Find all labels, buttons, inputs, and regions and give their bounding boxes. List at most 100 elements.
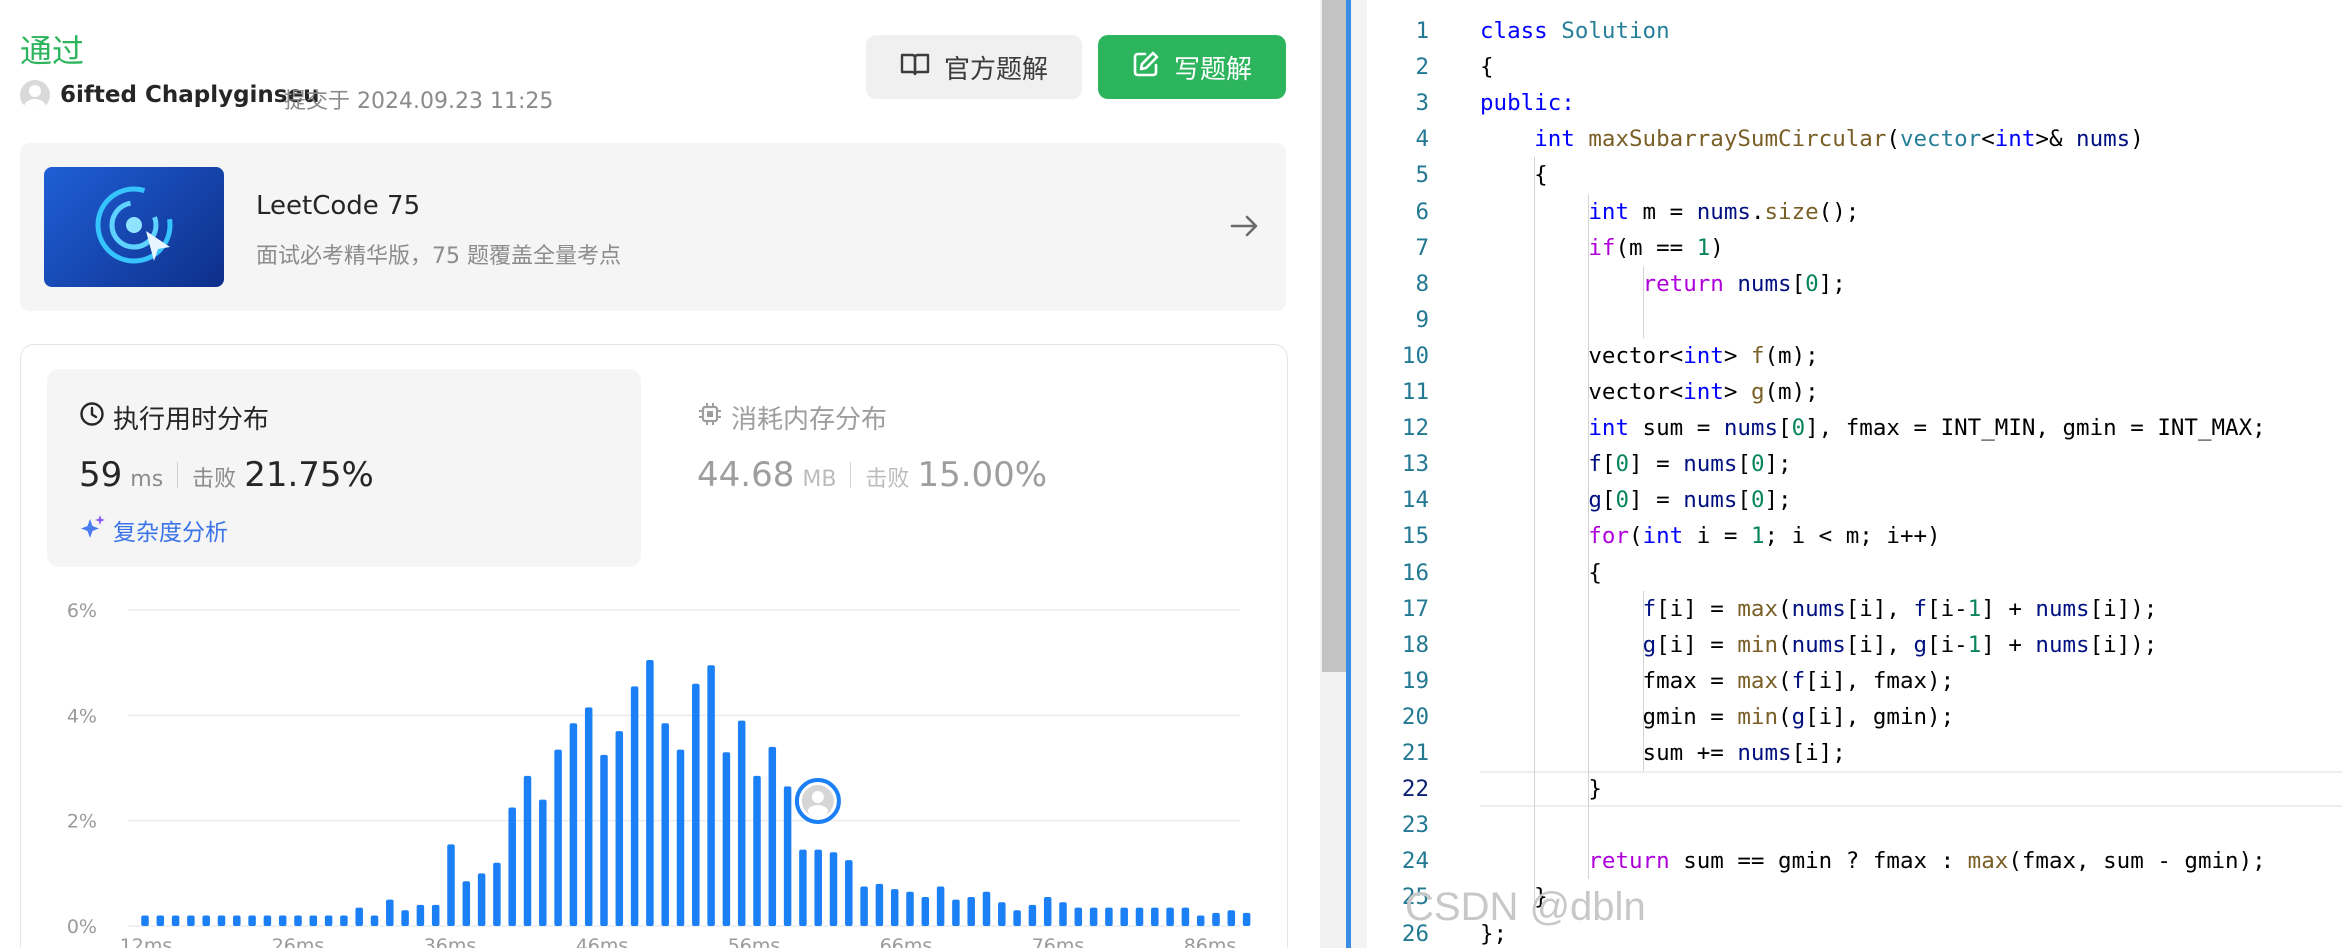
code-line[interactable]: 6 int m = nums.size(); — [1367, 194, 2342, 230]
code-line[interactable]: 20 gmin = min(g[i], gmin); — [1367, 699, 2342, 735]
chart-bar — [1074, 907, 1083, 926]
chart-bar — [600, 754, 608, 926]
chart-bar — [1212, 912, 1220, 926]
chart-bar — [416, 904, 425, 926]
line-number: 11 — [1401, 379, 1429, 405]
watermark: CSDN @dbln — [1405, 885, 1646, 929]
chart-bar — [722, 752, 731, 926]
chart-bar — [1105, 907, 1113, 926]
chart-bar — [1043, 897, 1052, 926]
chart-bar — [1151, 907, 1159, 926]
code-line[interactable]: 3 public: — [1367, 85, 2342, 121]
runtime-distribution-chart: 6% 4% 2% 0% 12ms 26ms 36ms 46ms 56ms 66ms 76ms 86ms — [67, 600, 1251, 948]
line-number: 19 — [1401, 667, 1429, 694]
code-text: } — [1480, 776, 1602, 803]
code-line[interactable]: 17 f[i] = max(nums[i], f[i-1] + nums[i])… — [1367, 591, 2342, 627]
code-text: class Solution — [1480, 18, 1670, 44]
y-tick-label: 0% — [67, 916, 97, 938]
user-marker-body — [807, 805, 828, 817]
code-line[interactable]: 16 { — [1367, 555, 2342, 591]
chart-bar — [1028, 904, 1037, 926]
code-text: gmin = min(g[i], gmin); — [1480, 703, 1955, 730]
code-text: g[0] = nums[0]; — [1588, 487, 1792, 514]
x-tick-label: 12ms — [120, 935, 173, 948]
chart-bar — [692, 683, 700, 926]
code-text: { — [1480, 559, 1602, 586]
code-text: int m = nums.size(); — [1588, 198, 1860, 225]
chart-bar — [921, 897, 930, 926]
code-line[interactable]: 5 { — [1367, 157, 2342, 193]
line-number: 3 — [1415, 90, 1429, 117]
chart-bar — [890, 889, 899, 926]
code-text: f[0] = nums[0]; — [1588, 451, 1792, 478]
code-line[interactable]: 2{ — [1367, 49, 2342, 85]
chart-bar — [661, 723, 669, 926]
chart-bar — [967, 897, 975, 926]
chart-bar — [982, 891, 991, 926]
chart-bar — [998, 902, 1006, 926]
code-line[interactable]: 13 f[0] = nums[0]; — [1367, 446, 2342, 482]
code-line[interactable]: 8 return nums[0]; — [1367, 266, 2342, 302]
y-tick-label: 2% — [67, 811, 97, 833]
code-text: sum += nums[i]; — [1480, 740, 1846, 766]
code-line[interactable]: 22 } — [1367, 771, 2342, 807]
code-line[interactable]: 18 g[i] = min(nums[i], g[i-1] + nums[i])… — [1367, 627, 2342, 663]
chart-bar — [141, 915, 149, 926]
chart-bar — [814, 849, 822, 926]
x-tick-label: 66ms — [880, 935, 933, 948]
code-line[interactable]: 11 vector<int> g(m); — [1367, 374, 2342, 410]
chart-bar — [340, 915, 348, 926]
line-number: 10 — [1401, 342, 1429, 369]
code-line[interactable]: 19 fmax = max(f[i], fmax); — [1367, 663, 2342, 699]
chart-bar — [860, 886, 868, 926]
code-line[interactable]: 10 vector<int> f(m); — [1367, 338, 2342, 374]
code-line[interactable]: 15 for(int i = 1; i < m; i++) — [1367, 518, 2342, 554]
chart-bar — [309, 915, 318, 926]
chart-bar — [1135, 907, 1144, 926]
line-number: 2 — [1415, 54, 1429, 81]
chart-bar — [1196, 915, 1205, 926]
line-number: 22 — [1401, 776, 1429, 803]
code-line[interactable]: 4 int maxSubarraySumCircular(vector<int>… — [1367, 121, 2342, 157]
chart-bar — [737, 720, 746, 926]
code-line[interactable]: 9 — [1367, 302, 2342, 338]
code-text: int sum = nums[0], fmax = INT_MIN, gmin … — [1588, 415, 2266, 442]
user-marker-head — [811, 791, 824, 803]
x-tick-label: 36ms — [424, 935, 477, 948]
line-number: 8 — [1415, 270, 1429, 297]
chart-bar — [401, 910, 409, 926]
chart-bar — [1059, 902, 1067, 926]
code-text: return nums[0]; — [1642, 270, 1846, 297]
code-text: { — [1480, 54, 1494, 81]
chart-bar — [278, 915, 287, 926]
code-text: return sum == gmin ? fmax : max(fmax, su… — [1588, 848, 2266, 875]
code-text: vector<int> g(m); — [1480, 379, 1819, 405]
chart-bar — [783, 786, 792, 926]
chart-bar — [799, 849, 807, 926]
chart-bar — [217, 915, 226, 926]
code-line[interactable]: 24 return sum == gmin ? fmax : max(fmax,… — [1367, 843, 2342, 879]
chart-bar — [263, 915, 272, 926]
code-line[interactable]: 7 if(m == 1) — [1367, 230, 2342, 266]
chart-bar — [753, 775, 761, 926]
x-tick-label: 26ms — [272, 935, 325, 948]
code-line[interactable]: 1 class Solution — [1367, 13, 2342, 49]
chart-bar — [462, 881, 471, 926]
chart-bar — [630, 686, 639, 926]
code-line[interactable]: 23 — [1367, 807, 2342, 843]
code-line[interactable]: 21 sum += nums[i]; — [1367, 735, 2342, 771]
code-text: f[i] = max(nums[i], f[i-1] + nums[i]); — [1642, 595, 2158, 622]
chart-bar — [539, 799, 547, 926]
line-number: 1 — [1415, 18, 1429, 44]
chart-bar — [1013, 910, 1021, 926]
code-line[interactable]: 12 int sum = nums[0], fmax = INT_MIN, gm… — [1367, 410, 2342, 446]
panel-scrollbar[interactable] — [1320, 0, 1346, 948]
line-number: 20 — [1401, 703, 1429, 730]
code-editor[interactable]: 1 class Solution 2{3 public: 4 int maxSubarr… — [1367, 0, 2342, 948]
scrollbar-thumb[interactable] — [1322, 0, 1346, 672]
chart-bar — [523, 775, 532, 926]
chart-bar — [493, 862, 501, 926]
chart-bar — [447, 844, 455, 926]
chart-bar — [707, 665, 715, 926]
code-line[interactable]: 14 g[0] = nums[0]; — [1367, 482, 2342, 518]
